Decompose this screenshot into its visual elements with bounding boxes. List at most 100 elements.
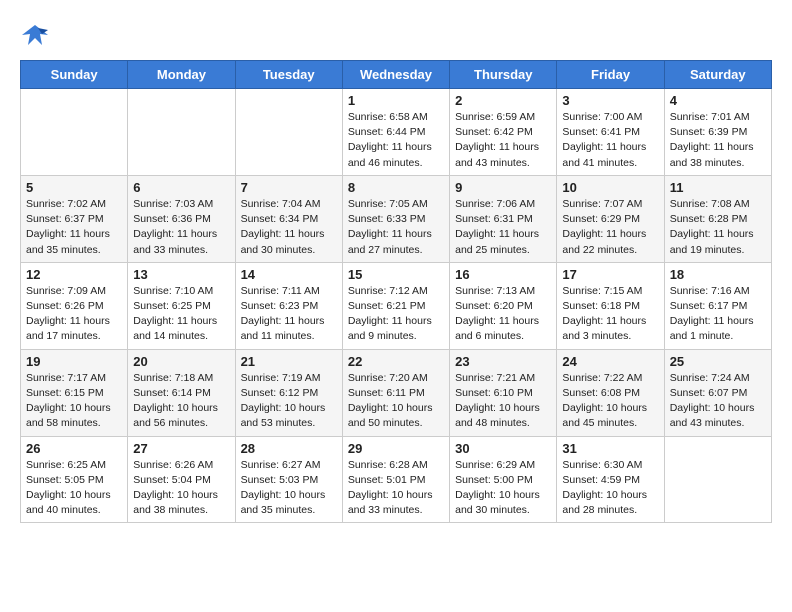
day-header-monday: Monday — [128, 61, 235, 89]
day-number: 20 — [133, 354, 229, 369]
calendar-cell: 7 Sunrise: 7:04 AM Sunset: 6:34 PM Daylig… — [235, 175, 342, 262]
day-info: Sunrise: 6:25 AM Sunset: 5:05 PM Dayligh… — [26, 458, 122, 519]
calendar-cell: 20 Sunrise: 7:18 AM Sunset: 6:14 PM Dayli… — [128, 349, 235, 436]
day-number: 29 — [348, 441, 444, 456]
calendar-cell: 3 Sunrise: 7:00 AM Sunset: 6:41 PM Daylig… — [557, 89, 664, 176]
calendar-cell: 8 Sunrise: 7:05 AM Sunset: 6:33 PM Daylig… — [342, 175, 449, 262]
calendar-cell: 12 Sunrise: 7:09 AM Sunset: 6:26 PM Dayli… — [21, 262, 128, 349]
day-header-tuesday: Tuesday — [235, 61, 342, 89]
day-header-saturday: Saturday — [664, 61, 771, 89]
calendar-cell: 26 Sunrise: 6:25 AM Sunset: 5:05 PM Dayli… — [21, 436, 128, 523]
calendar-cell: 24 Sunrise: 7:22 AM Sunset: 6:08 PM Dayli… — [557, 349, 664, 436]
calendar-cell: 11Sunrise: 7:08 AM Sunset: 6:28 PM Dayli… — [664, 175, 771, 262]
calendar-cell: 16 Sunrise: 7:13 AM Sunset: 6:20 PM Dayli… — [450, 262, 557, 349]
day-info: Sunrise: 7:04 AM Sunset: 6:34 PM Dayligh… — [241, 197, 337, 258]
day-info: Sunrise: 7:07 AM Sunset: 6:29 PM Dayligh… — [562, 197, 658, 258]
day-info: Sunrise: 7:06 AM Sunset: 6:31 PM Dayligh… — [455, 197, 551, 258]
calendar-cell — [664, 436, 771, 523]
calendar-cell: 31Sunrise: 6:30 AM Sunset: 4:59 PM Dayli… — [557, 436, 664, 523]
day-number: 9 — [455, 180, 551, 195]
day-header-thursday: Thursday — [450, 61, 557, 89]
day-info: Sunrise: 6:29 AM Sunset: 5:00 PM Dayligh… — [455, 458, 551, 519]
calendar-cell: 15 Sunrise: 7:12 AM Sunset: 6:21 PM Dayli… — [342, 262, 449, 349]
day-info: Sunrise: 6:59 AM Sunset: 6:42 PM Dayligh… — [455, 110, 551, 171]
day-number: 23 — [455, 354, 551, 369]
day-info: Sunrise: 7:13 AM Sunset: 6:20 PM Dayligh… — [455, 284, 551, 345]
calendar-cell — [21, 89, 128, 176]
calendar-cell — [235, 89, 342, 176]
calendar-week-row: 1 Sunrise: 6:58 AM Sunset: 6:44 PM Daylig… — [21, 89, 772, 176]
day-info: Sunrise: 7:15 AM Sunset: 6:18 PM Dayligh… — [562, 284, 658, 345]
day-number: 8 — [348, 180, 444, 195]
calendar-week-row: 19 Sunrise: 7:17 AM Sunset: 6:15 PM Dayli… — [21, 349, 772, 436]
day-info: Sunrise: 6:30 AM Sunset: 4:59 PM Dayligh… — [562, 458, 658, 519]
calendar-week-row: 5 Sunrise: 7:02 AM Sunset: 6:37 PM Daylig… — [21, 175, 772, 262]
logo-icon — [20, 20, 50, 50]
day-info: Sunrise: 7:03 AM Sunset: 6:36 PM Dayligh… — [133, 197, 229, 258]
page-header — [20, 20, 772, 50]
calendar-cell: 14 Sunrise: 7:11 AM Sunset: 6:23 PM Dayli… — [235, 262, 342, 349]
day-info: Sunrise: 7:09 AM Sunset: 6:26 PM Dayligh… — [26, 284, 122, 345]
calendar-cell: 19 Sunrise: 7:17 AM Sunset: 6:15 PM Dayli… — [21, 349, 128, 436]
day-header-wednesday: Wednesday — [342, 61, 449, 89]
day-number: 26 — [26, 441, 122, 456]
day-info: Sunrise: 6:28 AM Sunset: 5:01 PM Dayligh… — [348, 458, 444, 519]
day-info: Sunrise: 7:11 AM Sunset: 6:23 PM Dayligh… — [241, 284, 337, 345]
day-number: 12 — [26, 267, 122, 282]
day-info: Sunrise: 7:01 AM Sunset: 6:39 PM Dayligh… — [670, 110, 766, 171]
day-info: Sunrise: 7:10 AM Sunset: 6:25 PM Dayligh… — [133, 284, 229, 345]
calendar-cell: 28Sunrise: 6:27 AM Sunset: 5:03 PM Dayli… — [235, 436, 342, 523]
day-number: 6 — [133, 180, 229, 195]
day-number: 2 — [455, 93, 551, 108]
day-number: 13 — [133, 267, 229, 282]
day-info: Sunrise: 7:05 AM Sunset: 6:33 PM Dayligh… — [348, 197, 444, 258]
day-info: Sunrise: 7:08 AM Sunset: 6:28 PM Dayligh… — [670, 197, 766, 258]
calendar-cell: 1 Sunrise: 6:58 AM Sunset: 6:44 PM Daylig… — [342, 89, 449, 176]
day-header-sunday: Sunday — [21, 61, 128, 89]
day-info: Sunrise: 7:21 AM Sunset: 6:10 PM Dayligh… — [455, 371, 551, 432]
day-number: 27 — [133, 441, 229, 456]
day-info: Sunrise: 7:24 AM Sunset: 6:07 PM Dayligh… — [670, 371, 766, 432]
day-number: 10 — [562, 180, 658, 195]
day-info: Sunrise: 7:12 AM Sunset: 6:21 PM Dayligh… — [348, 284, 444, 345]
calendar-cell: 10 Sunrise: 7:07 AM Sunset: 6:29 PM Dayli… — [557, 175, 664, 262]
calendar-cell: 5 Sunrise: 7:02 AM Sunset: 6:37 PM Daylig… — [21, 175, 128, 262]
day-number: 15 — [348, 267, 444, 282]
day-number: 5 — [26, 180, 122, 195]
day-number: 3 — [562, 93, 658, 108]
day-number: 16 — [455, 267, 551, 282]
day-info: Sunrise: 7:20 AM Sunset: 6:11 PM Dayligh… — [348, 371, 444, 432]
calendar-cell: 27Sunrise: 6:26 AM Sunset: 5:04 PM Dayli… — [128, 436, 235, 523]
logo — [20, 20, 54, 50]
calendar-cell: 17 Sunrise: 7:15 AM Sunset: 6:18 PM Dayli… — [557, 262, 664, 349]
day-number: 1 — [348, 93, 444, 108]
calendar-cell: 29 Sunrise: 6:28 AM Sunset: 5:01 PM Dayli… — [342, 436, 449, 523]
day-number: 19 — [26, 354, 122, 369]
day-number: 17 — [562, 267, 658, 282]
calendar-cell: 22Sunrise: 7:20 AM Sunset: 6:11 PM Dayli… — [342, 349, 449, 436]
day-number: 21 — [241, 354, 337, 369]
calendar-cell: 9 Sunrise: 7:06 AM Sunset: 6:31 PM Daylig… — [450, 175, 557, 262]
calendar-cell: 25 Sunrise: 7:24 AM Sunset: 6:07 PM Dayli… — [664, 349, 771, 436]
day-number: 25 — [670, 354, 766, 369]
day-info: Sunrise: 6:58 AM Sunset: 6:44 PM Dayligh… — [348, 110, 444, 171]
day-number: 24 — [562, 354, 658, 369]
calendar-header-row: SundayMondayTuesdayWednesdayThursdayFrid… — [21, 61, 772, 89]
day-number: 4 — [670, 93, 766, 108]
day-number: 28 — [241, 441, 337, 456]
day-number: 18 — [670, 267, 766, 282]
day-info: Sunrise: 7:17 AM Sunset: 6:15 PM Dayligh… — [26, 371, 122, 432]
day-info: Sunrise: 7:02 AM Sunset: 6:37 PM Dayligh… — [26, 197, 122, 258]
day-number: 30 — [455, 441, 551, 456]
calendar-cell — [128, 89, 235, 176]
day-number: 14 — [241, 267, 337, 282]
calendar-week-row: 26 Sunrise: 6:25 AM Sunset: 5:05 PM Dayli… — [21, 436, 772, 523]
day-number: 7 — [241, 180, 337, 195]
day-info: Sunrise: 7:18 AM Sunset: 6:14 PM Dayligh… — [133, 371, 229, 432]
day-info: Sunrise: 7:19 AM Sunset: 6:12 PM Dayligh… — [241, 371, 337, 432]
calendar-cell: 23 Sunrise: 7:21 AM Sunset: 6:10 PM Dayli… — [450, 349, 557, 436]
calendar-cell: 13 Sunrise: 7:10 AM Sunset: 6:25 PM Dayli… — [128, 262, 235, 349]
day-info: Sunrise: 7:00 AM Sunset: 6:41 PM Dayligh… — [562, 110, 658, 171]
day-info: Sunrise: 7:22 AM Sunset: 6:08 PM Dayligh… — [562, 371, 658, 432]
calendar-cell: 4 Sunrise: 7:01 AM Sunset: 6:39 PM Daylig… — [664, 89, 771, 176]
